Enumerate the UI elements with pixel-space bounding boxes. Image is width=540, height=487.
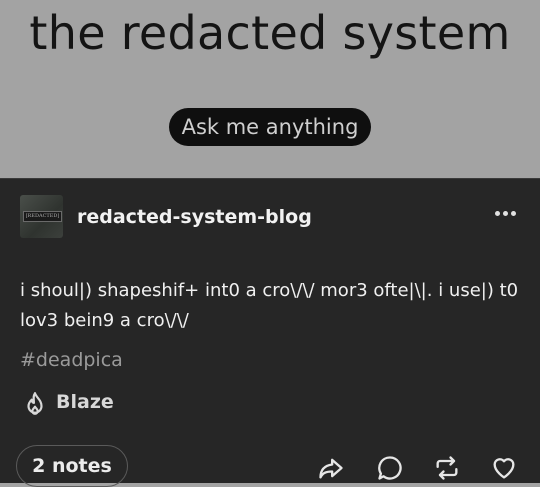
post-text: i shoul|) shapeshif+ int0 a cro\/\/ mor3…: [20, 280, 519, 331]
reply-icon[interactable]: [376, 454, 404, 482]
blog-title: the redacted system: [29, 6, 511, 60]
avatar[interactable]: [REDACTED]: [20, 195, 63, 238]
like-icon[interactable]: [490, 454, 518, 482]
notes-button[interactable]: 2 notes: [16, 445, 128, 487]
blaze-label: Blaze: [56, 391, 114, 413]
share-icon[interactable]: [317, 454, 345, 482]
post-tag[interactable]: #deadpica: [20, 349, 123, 371]
post-card: [REDACTED] redacted-system-blog i shoul|…: [0, 178, 540, 487]
avatar-label: [REDACTED]: [23, 211, 62, 222]
reblog-icon[interactable]: [433, 454, 461, 482]
flame-icon: [27, 392, 43, 415]
blog-header: the redacted system Ask me anything: [0, 0, 540, 178]
more-horizontal-icon[interactable]: [495, 211, 521, 219]
ask-me-anything-button[interactable]: Ask me anything: [169, 108, 371, 146]
post-blog-name[interactable]: redacted-system-blog: [77, 206, 312, 228]
